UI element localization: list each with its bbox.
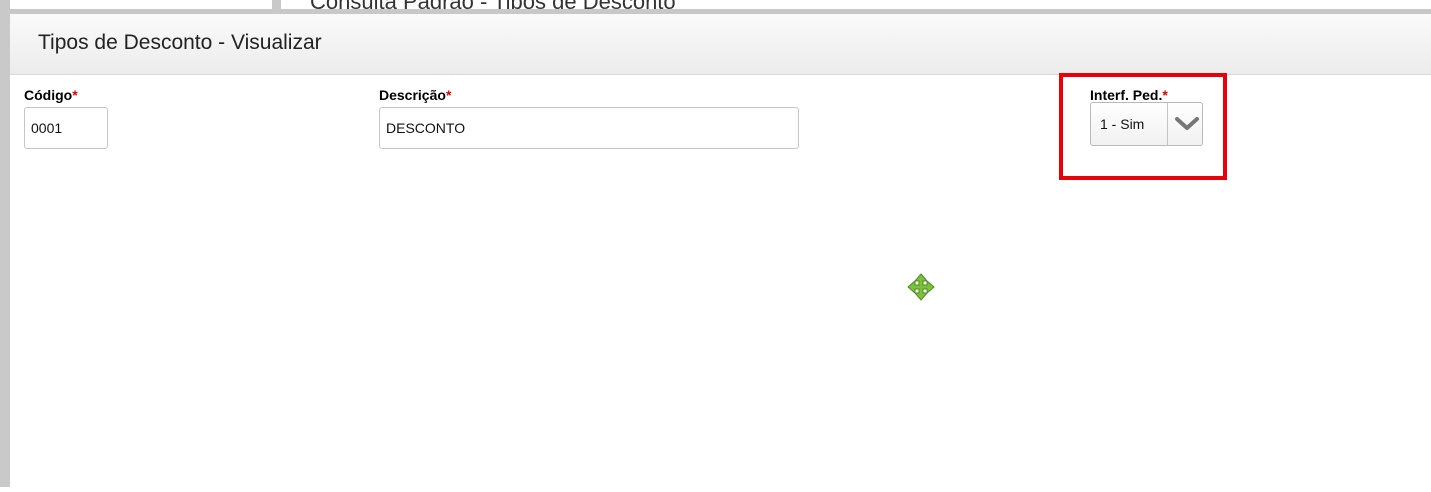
- dialog-title: Tipos de Desconto - Visualizar: [38, 31, 322, 54]
- dialog-header: Tipos de Desconto - Visualizar: [10, 14, 1431, 75]
- move-cursor-icon: [906, 272, 936, 307]
- required-mark: *: [72, 87, 78, 103]
- descricao-label: Descrição*: [379, 87, 452, 103]
- required-mark: *: [445, 87, 452, 103]
- view-dialog: Tipos de Desconto - Visualizar Código* 0…: [10, 9, 1431, 492]
- background-left-bar: [0, 0, 10, 487]
- descricao-field[interactable]: DESCONTO: [379, 107, 799, 149]
- highlight-box: [1059, 73, 1227, 180]
- codigo-label: Código*: [24, 87, 78, 103]
- codigo-field[interactable]: 0001: [24, 107, 108, 149]
